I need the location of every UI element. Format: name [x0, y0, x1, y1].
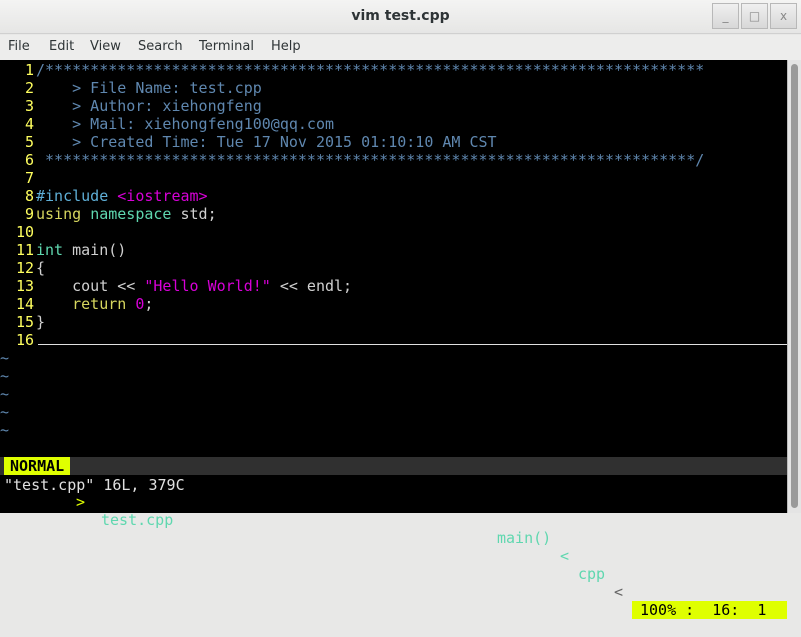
code-line[interactable]: 7: [0, 169, 787, 187]
separator: <: [614, 583, 624, 601]
menu-edit[interactable]: Edit: [49, 39, 74, 54]
menu-file[interactable]: File: [8, 39, 30, 54]
code-token-normal: main(): [63, 241, 127, 259]
position-block: 100% : 16: 1: [632, 601, 787, 619]
code-token-normal: ;: [144, 295, 154, 313]
code-line[interactable]: 9 using namespace std;: [0, 205, 787, 223]
code-token-comment: > File Name: test.cpp: [36, 79, 262, 97]
code-line[interactable]: 11 int main(): [0, 241, 787, 259]
code-token-comment: > Created Time: Tue 17 Nov 2015 01:10:10…: [36, 133, 497, 151]
line-number: 3: [24, 97, 34, 115]
code-token-type: namespace: [90, 205, 172, 223]
code-token-comment: ****************************************…: [36, 151, 705, 169]
line-number: 13: [15, 277, 34, 295]
code-line[interactable]: 13 cout << "Hello World!" << endl;: [0, 277, 787, 295]
cursor-position: : 16: 1: [685, 601, 767, 619]
code-token-comment: > Author: xiehongfeng: [36, 97, 262, 115]
line-number: 2: [24, 79, 34, 97]
code-token-comment: > Mail: xiehongfeng100@qq.com: [36, 115, 335, 133]
code-token-keyword: using: [36, 205, 91, 223]
menu-help[interactable]: Help: [271, 39, 301, 54]
code-line[interactable]: 16: [0, 331, 787, 349]
separator: >: [76, 493, 86, 511]
scroll-percent: 100%: [640, 601, 677, 619]
code-line[interactable]: 1/**************************************…: [0, 61, 787, 79]
vim-status-line: NORMAL > test.cpp main() < cpp < 100% : …: [0, 457, 787, 619]
minimize-button[interactable]: _: [712, 3, 739, 29]
separator: <: [560, 547, 570, 565]
menu-search[interactable]: Search: [138, 39, 183, 54]
terminal-area[interactable]: 1/**************************************…: [0, 60, 787, 619]
code-token-type: int: [36, 241, 64, 259]
code-token-normal: {: [36, 259, 46, 277]
tilde-line: ~: [0, 385, 10, 403]
scrollbar[interactable]: [787, 60, 801, 513]
line-number: 5: [24, 133, 34, 151]
menu-view[interactable]: View: [90, 39, 121, 54]
maximize-button[interactable]: □: [741, 3, 768, 29]
code-line[interactable]: 6 **************************************…: [0, 151, 787, 169]
code-token-normal: }: [36, 313, 46, 331]
scrollbar-thumb[interactable]: [791, 64, 798, 508]
line-number: 9: [24, 205, 34, 223]
tilde-line: ~: [0, 367, 10, 385]
window-title: vim test.cpp: [351, 8, 450, 24]
menu-terminal[interactable]: Terminal: [199, 39, 254, 54]
line-number: 4: [24, 115, 34, 133]
title-bar: vim test.cpp _ □ x: [0, 0, 801, 34]
code-line[interactable]: 5 > Created Time: Tue 17 Nov 2015 01:10:…: [0, 133, 787, 151]
code-line[interactable]: 10: [0, 223, 787, 241]
current-function: main(): [497, 529, 552, 547]
code-line[interactable]: 14 return 0;: [0, 295, 787, 313]
line-number: 6: [24, 151, 34, 169]
code-line[interactable]: 15}: [0, 313, 787, 331]
file-name: test.cpp: [101, 511, 174, 529]
code-token-string: <iostream>: [117, 187, 208, 205]
line-number: 10: [15, 223, 34, 241]
code-token-normal: cout <<: [36, 277, 145, 295]
tilde-line: ~: [0, 349, 10, 367]
line-number: 7: [24, 169, 34, 187]
code-line[interactable]: 12{: [0, 259, 787, 277]
cursor-line: [38, 344, 787, 345]
file-type: cpp: [578, 565, 606, 583]
line-number: 15: [15, 313, 34, 331]
line-number: 14: [15, 295, 34, 313]
mode-indicator: NORMAL: [4, 457, 71, 475]
close-button[interactable]: x: [770, 3, 797, 29]
code-token-normal: [36, 295, 72, 313]
code-token-string: "Hello World!": [144, 277, 271, 295]
code-line[interactable]: 2 > File Name: test.cpp: [0, 79, 787, 97]
code-line[interactable]: 8 #include <iostream>: [0, 187, 787, 205]
line-number: 12: [15, 259, 34, 277]
code-token-keyword: return: [72, 295, 136, 313]
tilde-line: ~: [0, 421, 10, 439]
code-token-normal: std;: [171, 205, 217, 223]
line-number: 11: [15, 241, 34, 259]
menu-bar: File Edit View Search Terminal Help: [0, 35, 801, 60]
code-token-comment: /***************************************…: [36, 61, 705, 79]
tilde-line: ~: [0, 403, 10, 421]
line-number: 16: [15, 331, 34, 349]
code-token-preproc: #include: [36, 187, 118, 205]
line-number: 1: [24, 61, 34, 79]
line-number: 8: [24, 187, 34, 205]
code-line[interactable]: 3 > Author: xiehongfeng: [0, 97, 787, 115]
code-token-normal: << endl;: [270, 277, 353, 295]
code-line[interactable]: 4 > Mail: xiehongfeng100@qq.com: [0, 115, 787, 133]
command-line-message: "test.cpp" 16L, 379C: [4, 476, 185, 494]
